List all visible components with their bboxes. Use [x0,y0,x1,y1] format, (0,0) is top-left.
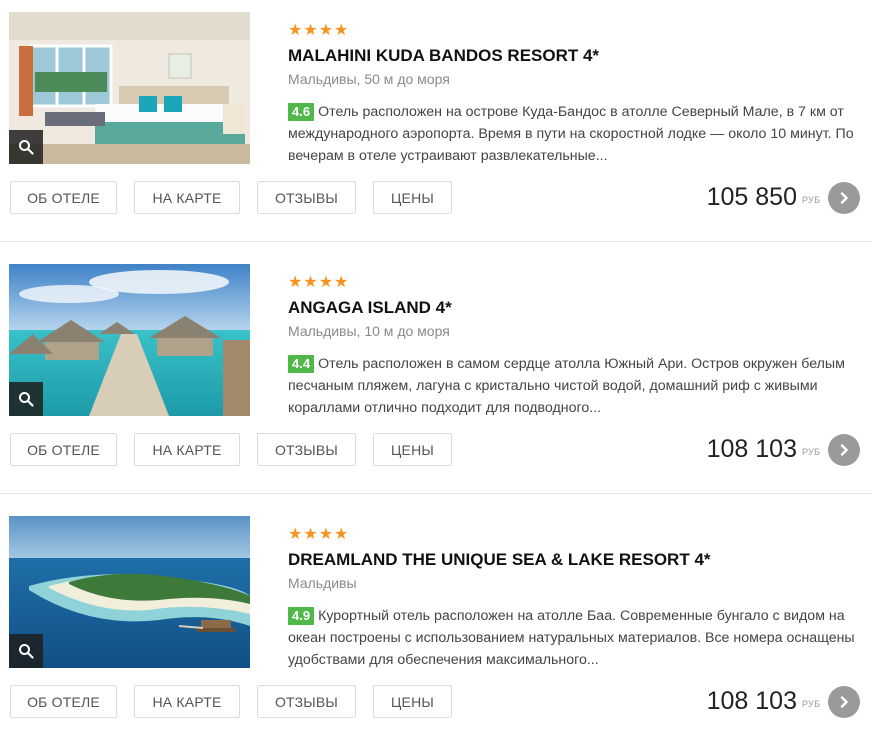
hotel-card: ★★★★ ANGAGA ISLAND 4* Мальдивы, 10 м до … [0,252,883,504]
currency-label: РУБ [802,195,821,205]
map-button[interactable]: НА КАРТЕ [134,433,240,466]
price-value: 108 103 [706,687,797,715]
hotel-photo[interactable] [9,516,250,668]
description-text: Курортный отель расположен на атолле Баа… [288,608,855,668]
next-button[interactable] [828,686,860,718]
hotel-description: 4.6 Отель расположен на острове Куда-Банд… [288,101,860,167]
hotel-description: 4.9 Курортный отель расположен на атолле … [288,605,860,671]
star-rating: ★★★★ [288,526,350,543]
zoom-button[interactable] [9,382,43,416]
hotel-name[interactable]: DREAMLAND THE UNIQUE SEA & LAKE RESORT 4… [288,549,711,571]
divider [0,241,872,242]
next-button[interactable] [828,434,860,466]
hotel-location: Мальдивы, 50 м до моря [288,71,450,87]
rating-badge: 4.9 [288,607,315,625]
price-value: 108 103 [706,435,797,463]
zoom-button[interactable] [9,130,43,164]
reviews-button[interactable]: ОТЗЫВЫ [257,433,356,466]
hotel-name[interactable]: ANGAGA ISLAND 4* [288,297,452,319]
hotel-photo[interactable] [9,12,250,164]
divider [0,493,872,494]
hotel-island-image [9,516,250,668]
hotel-location: Мальдивы [288,575,357,591]
hotel-card: ★★★★ MALAHINI KUDA BANDOS RESORT 4* Маль… [0,0,883,252]
prices-button[interactable]: ЦЕНЫ [373,181,452,214]
description-text: Отель расположен на острове Куда-Бандос … [288,104,854,164]
hotel-name[interactable]: MALAHINI KUDA BANDOS RESORT 4* [288,45,599,67]
hotel-room-image [9,12,250,164]
star-rating: ★★★★ [288,274,350,291]
description-text: Отель расположен в самом сердце атолла Ю… [288,356,845,416]
search-icon [19,392,34,407]
next-button[interactable] [828,182,860,214]
hotel-location: Мальдивы, 10 м до моря [288,323,450,339]
about-hotel-button[interactable]: ОБ ОТЕЛЕ [10,181,117,214]
chevron-right-icon [840,444,848,456]
hotel-villas-image [9,264,250,416]
currency-label: РУБ [802,447,821,457]
about-hotel-button[interactable]: ОБ ОТЕЛЕ [10,433,117,466]
prices-button[interactable]: ЦЕНЫ [373,685,452,718]
search-icon [19,140,34,155]
zoom-button[interactable] [9,634,43,668]
reviews-button[interactable]: ОТЗЫВЫ [257,685,356,718]
map-button[interactable]: НА КАРТЕ [134,181,240,214]
rating-badge: 4.6 [288,103,315,121]
search-icon [19,644,34,659]
price-value: 105 850 [706,183,797,211]
chevron-right-icon [840,696,848,708]
map-button[interactable]: НА КАРТЕ [134,685,240,718]
hotel-card: ★★★★ DREAMLAND THE UNIQUE SEA & LAKE RES… [0,504,883,756]
hotel-photo[interactable] [9,264,250,416]
chevron-right-icon [840,192,848,204]
prices-button[interactable]: ЦЕНЫ [373,433,452,466]
rating-badge: 4.4 [288,355,315,373]
reviews-button[interactable]: ОТЗЫВЫ [257,181,356,214]
about-hotel-button[interactable]: ОБ ОТЕЛЕ [10,685,117,718]
hotel-description: 4.4 Отель расположен в самом сердце атолл… [288,353,860,419]
currency-label: РУБ [802,699,821,709]
star-rating: ★★★★ [288,22,350,39]
